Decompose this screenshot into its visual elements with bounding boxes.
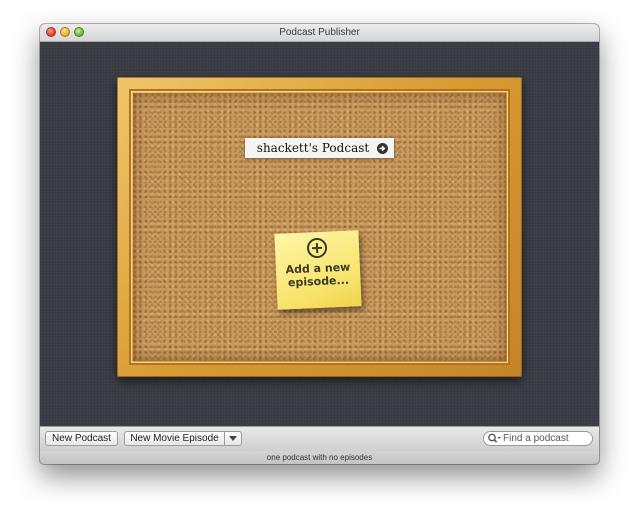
corkboard-frame <box>117 77 522 377</box>
podcast-name: shackett's Podcast <box>256 141 370 155</box>
new-movie-episode-button[interactable]: New Movie Episode <box>124 431 225 446</box>
add-episode-sticky-note[interactable]: Add a new episode... <box>274 230 362 310</box>
magnifier-icon <box>488 433 501 443</box>
podcast-search-field[interactable] <box>483 431 593 446</box>
right-arrow-circle-icon[interactable] <box>377 142 388 154</box>
corkboard <box>133 93 506 361</box>
add-episode-text: Add a new episode... <box>285 260 351 290</box>
window-title: Podcast Publisher <box>279 27 360 38</box>
status-bar: one podcast with no episodes <box>40 451 599 464</box>
search-input[interactable] <box>502 433 589 444</box>
new-podcast-button[interactable]: New Podcast <box>45 431 118 446</box>
podcast-board-area: shackett's Podcast Add a new episode... <box>40 42 599 426</box>
app-window: Podcast Publisher shackett's Podcast Add… <box>40 24 599 464</box>
bottom-toolbar: New Podcast New Movie Episode <box>40 426 599 451</box>
podcast-title-label[interactable]: shackett's Podcast <box>245 138 394 158</box>
title-bar[interactable]: Podcast Publisher <box>40 24 599 42</box>
plus-circle-icon <box>306 237 328 259</box>
triangle-down-icon <box>229 436 237 441</box>
episode-type-dropdown-button[interactable] <box>224 431 242 446</box>
